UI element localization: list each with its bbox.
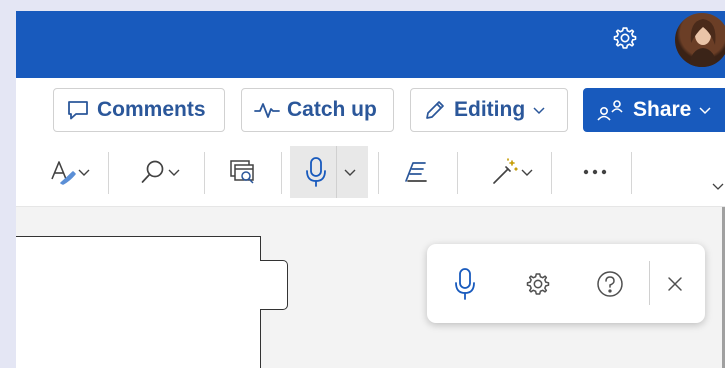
search-icon — [141, 160, 164, 183]
user-avatar[interactable] — [675, 13, 725, 67]
dictation-help-button[interactable] — [590, 263, 630, 305]
more-icon — [583, 169, 607, 175]
page-side-tab — [260, 260, 288, 310]
people-icon — [597, 100, 623, 121]
comment-icon — [68, 101, 88, 120]
chevron-down-icon — [344, 169, 355, 176]
toolbar-separator — [551, 152, 552, 194]
styles-icon — [51, 161, 76, 185]
share-button[interactable]: Share — [583, 88, 725, 132]
word-app-window: Comments Catch up Editing Share — [16, 11, 725, 368]
toolbar-separator — [204, 152, 205, 194]
dictate-button[interactable] — [290, 146, 368, 198]
document-page[interactable] — [16, 236, 261, 368]
chevron-down-icon — [168, 169, 180, 176]
split-divider — [335, 146, 337, 198]
microphone-icon — [305, 157, 326, 187]
toolbar-separator — [281, 152, 282, 194]
dictation-close-button[interactable] — [655, 263, 695, 305]
reuse-files-icon — [230, 160, 254, 184]
chevron-down-icon — [712, 183, 724, 190]
designer-button[interactable] — [476, 146, 548, 198]
comments-label: Comments — [97, 98, 206, 121]
ribbon-toolbar — [16, 138, 725, 206]
share-label: Share — [633, 98, 692, 121]
dictation-separator — [649, 261, 650, 305]
toolbar-separator — [378, 152, 379, 194]
comments-button[interactable]: Comments — [53, 88, 225, 132]
dictation-settings-button[interactable] — [518, 263, 558, 305]
dictation-toolbar — [427, 244, 705, 323]
microphone-icon — [455, 268, 475, 300]
editor-button[interactable] — [390, 146, 444, 198]
more-options-button[interactable] — [568, 146, 622, 198]
expand-ribbon-button[interactable] — [710, 176, 725, 196]
styles-button[interactable] — [40, 146, 100, 198]
help-icon — [597, 271, 623, 297]
chevron-down-icon — [78, 169, 90, 176]
dictation-microphone-button[interactable] — [445, 263, 485, 305]
pulse-icon — [254, 103, 280, 118]
editing-mode-button[interactable]: Editing — [410, 88, 568, 132]
toolbar-separator — [457, 152, 458, 194]
chevron-down-icon — [699, 107, 711, 115]
toolbar-separator — [108, 152, 109, 194]
magic-wand-icon — [493, 158, 518, 184]
catch-up-button[interactable]: Catch up — [241, 88, 394, 132]
find-button[interactable] — [126, 146, 194, 198]
ribbon-command-row: Comments Catch up Editing Share — [16, 78, 725, 138]
editor-icon — [405, 162, 427, 182]
pencil-icon — [426, 101, 444, 119]
chevron-down-icon — [521, 169, 533, 176]
toolbar-separator — [631, 152, 632, 194]
reuse-files-button[interactable] — [218, 146, 268, 198]
chevron-down-icon — [533, 107, 545, 115]
editing-label: Editing — [454, 98, 526, 121]
title-bar — [16, 11, 725, 78]
settings-icon — [526, 273, 550, 295]
close-icon — [668, 277, 682, 291]
catch-up-label: Catch up — [287, 98, 377, 121]
settings-gear-icon[interactable] — [612, 25, 638, 51]
